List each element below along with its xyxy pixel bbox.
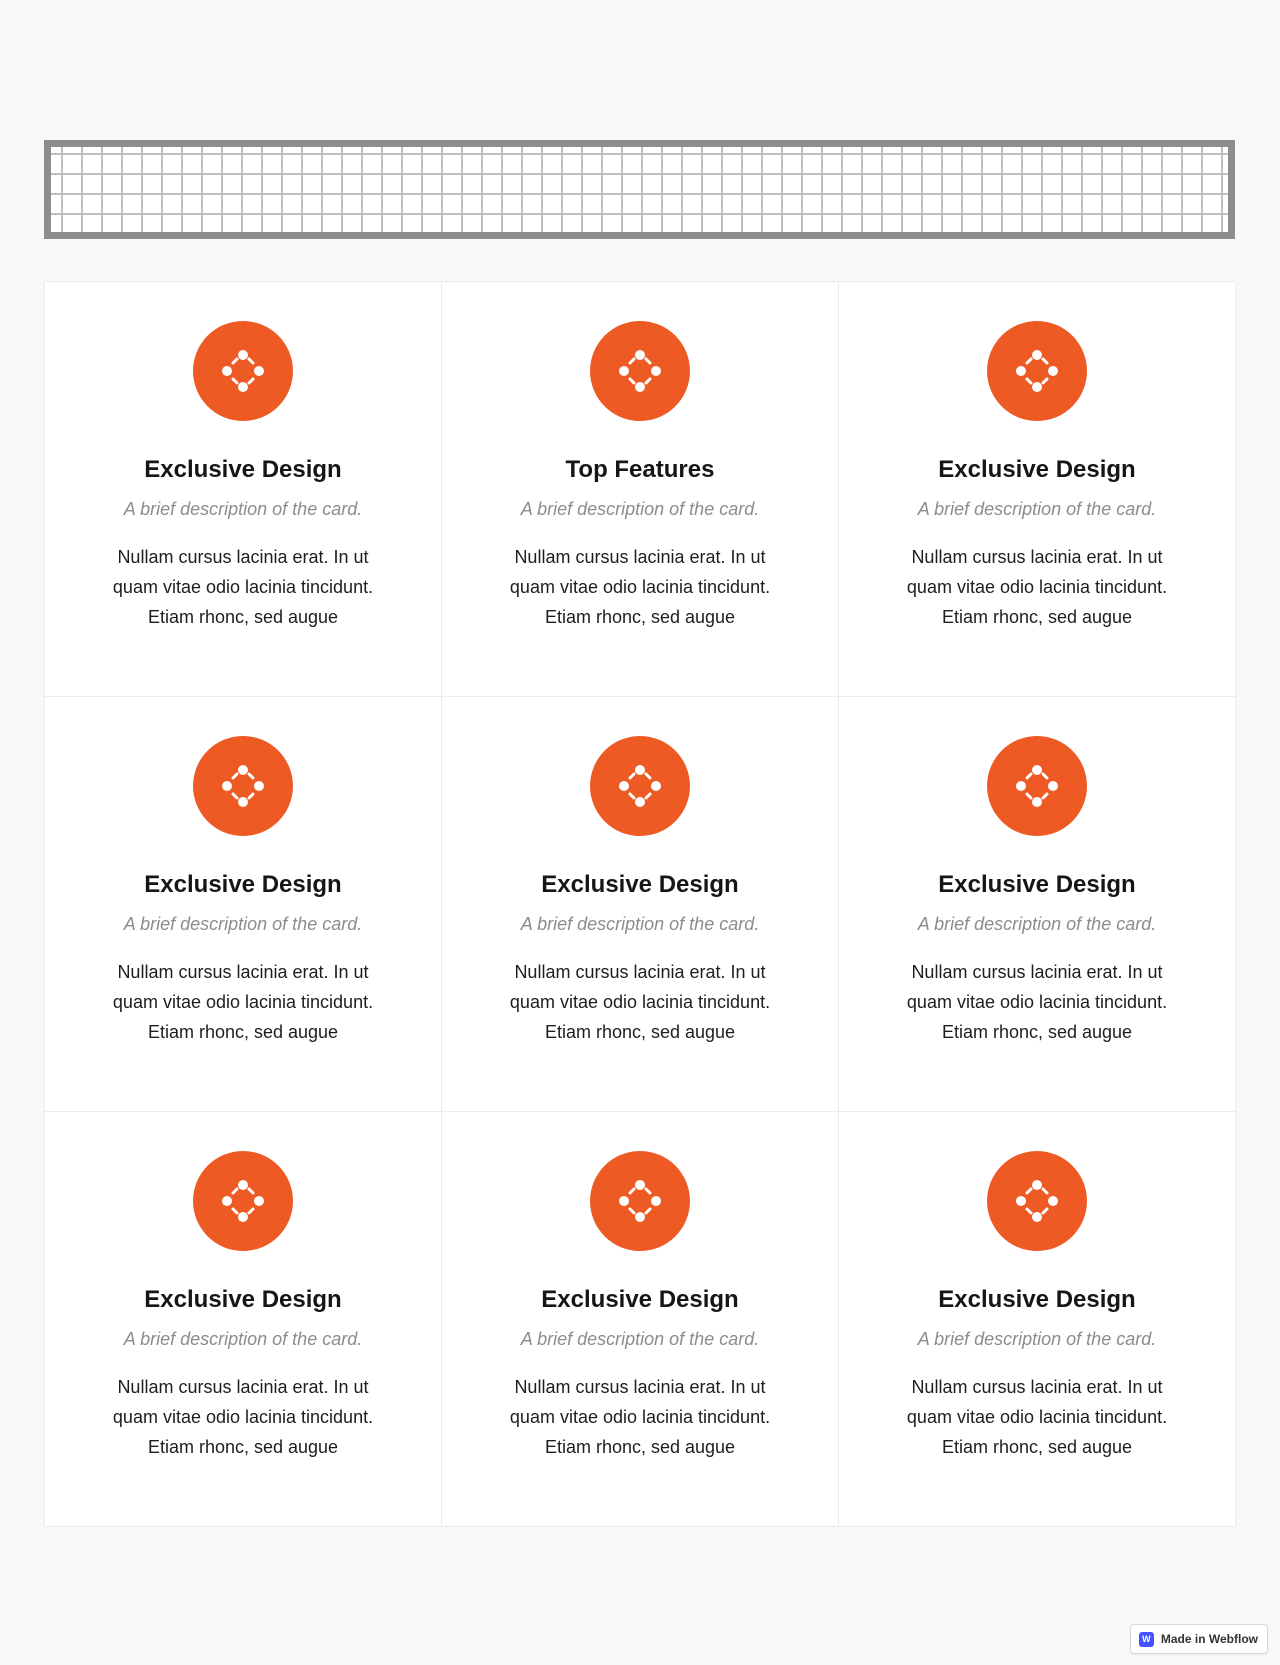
grid-pattern-banner	[44, 140, 1235, 239]
feature-card: Top Features A brief description of the …	[442, 282, 839, 697]
badge-label: Made in Webflow	[1160, 1632, 1258, 1646]
made-in-webflow-badge[interactable]: W Made in Webflow	[1129, 1624, 1268, 1654]
card-body-text: Nullam cursus lacinia erat. In ut quam v…	[906, 547, 1168, 627]
card-body-text: Nullam cursus lacinia erat. In ut quam v…	[906, 962, 1168, 1042]
feature-card: Exclusive Design A brief description of …	[839, 282, 1236, 697]
feature-card: Exclusive Design A brief description of …	[442, 697, 839, 1112]
card-subtitle: A brief description of the card.	[520, 499, 760, 519]
card-title: Exclusive Design	[144, 871, 342, 898]
card-subtitle: A brief description of the card.	[123, 499, 363, 519]
card-subtitle: A brief description of the card.	[917, 914, 1157, 934]
card-title: Exclusive Design	[144, 456, 342, 483]
card-title: Exclusive Design	[144, 1286, 342, 1313]
card-body-text: Nullam cursus lacinia erat. In ut quam v…	[509, 1377, 771, 1457]
card-title: Exclusive Design	[541, 871, 739, 898]
feature-card: Exclusive Design A brief description of …	[45, 282, 442, 697]
card-body-text: Nullam cursus lacinia erat. In ut quam v…	[509, 547, 771, 627]
card-body-text: Nullam cursus lacinia erat. In ut quam v…	[906, 1377, 1168, 1457]
card-body-text: Nullam cursus lacinia erat. In ut quam v…	[509, 962, 771, 1042]
card-body-text: Nullam cursus lacinia erat. In ut quam v…	[112, 547, 374, 627]
feature-card: Exclusive Design A brief description of …	[839, 1112, 1236, 1527]
card-title: Exclusive Design	[938, 456, 1136, 483]
card-subtitle: A brief description of the card.	[123, 1329, 363, 1349]
connected-dots-icon	[193, 1151, 293, 1251]
card-title: Top Features	[565, 456, 715, 483]
card-subtitle: A brief description of the card.	[520, 1329, 760, 1349]
connected-dots-icon	[590, 736, 690, 836]
card-subtitle: A brief description of the card.	[123, 914, 363, 934]
card-title: Exclusive Design	[938, 871, 1136, 898]
webflow-logo-icon: W	[1138, 1631, 1154, 1647]
card-subtitle: A brief description of the card.	[520, 914, 760, 934]
feature-card-grid: Exclusive Design A brief description of …	[44, 281, 1236, 1527]
card-title: Exclusive Design	[541, 1286, 739, 1313]
card-body-text: Nullam cursus lacinia erat. In ut quam v…	[112, 1377, 374, 1457]
card-subtitle: A brief description of the card.	[917, 1329, 1157, 1349]
connected-dots-icon	[193, 321, 293, 421]
feature-card: Exclusive Design A brief description of …	[839, 697, 1236, 1112]
card-body-text: Nullam cursus lacinia erat. In ut quam v…	[112, 962, 374, 1042]
connected-dots-icon	[590, 321, 690, 421]
connected-dots-icon	[193, 736, 293, 836]
card-title: Exclusive Design	[938, 1286, 1136, 1313]
feature-card: Exclusive Design A brief description of …	[45, 1112, 442, 1527]
connected-dots-icon	[987, 321, 1087, 421]
connected-dots-icon	[590, 1151, 690, 1251]
feature-card: Exclusive Design A brief description of …	[45, 697, 442, 1112]
card-subtitle: A brief description of the card.	[917, 499, 1157, 519]
feature-card: Exclusive Design A brief description of …	[442, 1112, 839, 1527]
connected-dots-icon	[987, 1151, 1087, 1251]
connected-dots-icon	[987, 736, 1087, 836]
